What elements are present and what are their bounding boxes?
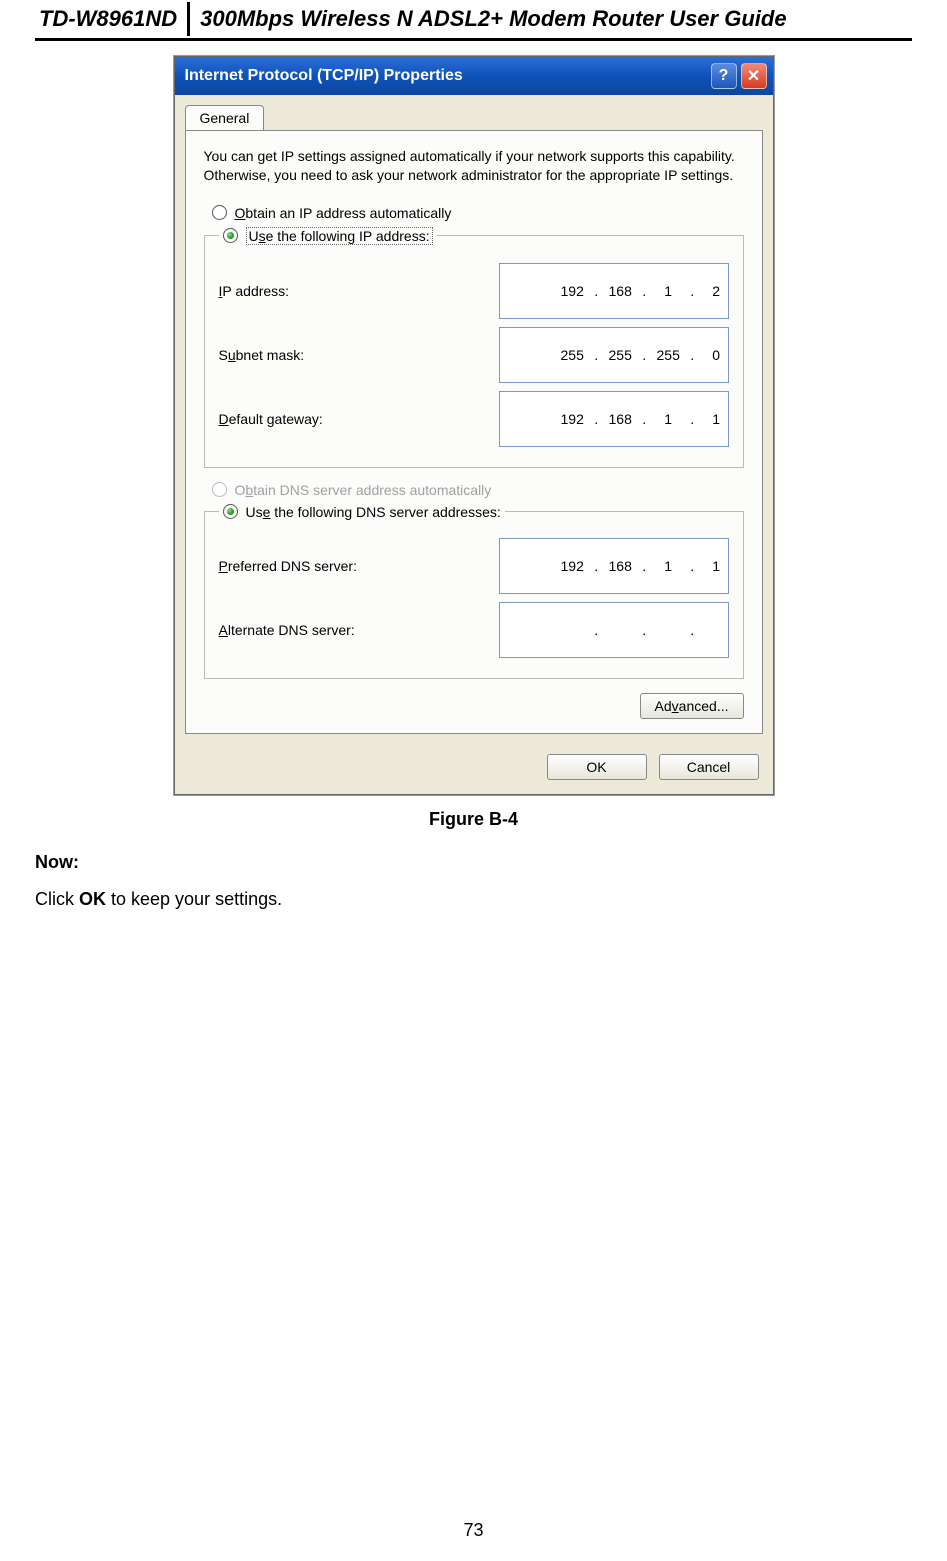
- preferred-dns-row: Preferred DNS server: 192.168.1.1: [219, 538, 729, 594]
- default-gateway-label: Default gateway:: [219, 411, 499, 427]
- tab-general[interactable]: General: [185, 105, 265, 130]
- instruction-text: Click OK to keep your settings.: [35, 889, 912, 910]
- radio-label: Use the following IP address:: [246, 227, 433, 245]
- close-icon[interactable]: ✕: [741, 63, 767, 89]
- advanced-button[interactable]: Advanced...: [640, 693, 744, 719]
- default-gateway-row: Default gateway: 192.168.1.1: [219, 391, 729, 447]
- radio-ip-auto[interactable]: Obtain an IP address automatically: [212, 205, 744, 221]
- page-number: 73: [0, 1520, 947, 1541]
- dialog-titlebar: Internet Protocol (TCP/IP) Properties ? …: [175, 57, 773, 95]
- ip-address-row: IP address: 192.168.1.2: [219, 263, 729, 319]
- model-number: TD-W8961ND: [39, 2, 190, 36]
- guide-title: 300Mbps Wireless N ADSL2+ Modem Router U…: [190, 2, 786, 36]
- ip-address-label: IP address:: [219, 283, 499, 299]
- subnet-mask-label: Subnet mask:: [219, 347, 499, 363]
- alternate-dns-input[interactable]: ...: [499, 602, 729, 658]
- dialog-button-row: OK Cancel: [175, 744, 773, 794]
- tcpip-properties-dialog: Internet Protocol (TCP/IP) Properties ? …: [174, 56, 774, 795]
- radio-icon: [223, 504, 238, 519]
- preferred-dns-input[interactable]: 192.168.1.1: [499, 538, 729, 594]
- subnet-mask-row: Subnet mask: 255.255.255.0: [219, 327, 729, 383]
- intro-text: You can get IP settings assigned automat…: [204, 147, 744, 185]
- radio-icon: [212, 205, 227, 220]
- radio-label: Obtain an IP address automatically: [235, 205, 452, 221]
- ok-button[interactable]: OK: [547, 754, 647, 780]
- now-label: Now:: [35, 852, 912, 873]
- default-gateway-input[interactable]: 192.168.1.1: [499, 391, 729, 447]
- radio-icon: [223, 228, 238, 243]
- figure-caption: Figure B-4: [35, 809, 912, 830]
- radio-dns-auto: Obtain DNS server address automatically: [212, 482, 744, 498]
- alternate-dns-label: Alternate DNS server:: [219, 622, 499, 638]
- dns-group: Use the following DNS server addresses: …: [204, 504, 744, 679]
- radio-ip-manual[interactable]: Use the following IP address:: [223, 227, 433, 245]
- cancel-button[interactable]: Cancel: [659, 754, 759, 780]
- tab-strip: General: [175, 95, 773, 130]
- subnet-mask-input[interactable]: 255.255.255.0: [499, 327, 729, 383]
- radio-icon: [212, 482, 227, 497]
- ip-address-input[interactable]: 192.168.1.2: [499, 263, 729, 319]
- alternate-dns-row: Alternate DNS server: ...: [219, 602, 729, 658]
- help-icon[interactable]: ?: [711, 63, 737, 89]
- advanced-row: Advanced...: [204, 693, 744, 719]
- radio-dns-manual[interactable]: Use the following DNS server addresses:: [223, 504, 501, 520]
- radio-label: Obtain DNS server address automatically: [235, 482, 492, 498]
- tab-panel-general: You can get IP settings assigned automat…: [185, 130, 763, 734]
- radio-label: Use the following DNS server addresses:: [246, 504, 501, 520]
- dialog-title: Internet Protocol (TCP/IP) Properties: [185, 67, 707, 85]
- ip-address-group: Use the following IP address: IP address…: [204, 227, 744, 468]
- preferred-dns-label: Preferred DNS server:: [219, 558, 499, 574]
- page-header: TD-W8961ND 300Mbps Wireless N ADSL2+ Mod…: [35, 0, 912, 41]
